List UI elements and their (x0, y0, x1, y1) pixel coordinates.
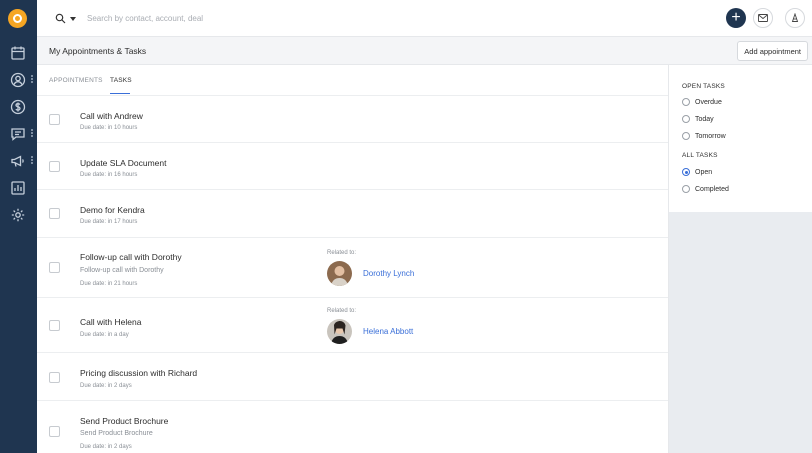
related-contact-link[interactable]: Dorothy Lynch (363, 269, 414, 278)
task-description: Follow-up call with Dorothy (80, 267, 164, 274)
app-logo-icon[interactable] (8, 9, 27, 28)
active-tab-indicator (110, 93, 130, 94)
user-icon[interactable] (785, 8, 805, 28)
all-tasks-heading: ALL TASKS (682, 152, 718, 159)
avatar[interactable] (327, 319, 352, 344)
filters-empty-area (668, 212, 812, 453)
chat-menu-icon[interactable] (31, 129, 34, 138)
filter-label[interactable]: Completed (695, 186, 729, 193)
radio-button[interactable] (682, 185, 690, 193)
task-checkbox[interactable] (49, 320, 60, 331)
table-row[interactable]: Send Product Brochure Send Product Broch… (37, 401, 668, 453)
table-row[interactable]: Update SLA Document Due date: in 16 hour… (37, 143, 668, 190)
task-description: Send Product Brochure (80, 430, 153, 437)
task-due-date: Due date: in 16 hours (80, 172, 138, 178)
contact-icon[interactable] (10, 72, 26, 88)
task-title[interactable]: Send Product Brochure (80, 416, 168, 426)
megaphone-icon[interactable] (10, 153, 26, 169)
task-checkbox[interactable] (49, 208, 60, 219)
task-due-date: Due date: in 21 hours (80, 281, 138, 287)
filter-label[interactable]: Tomorrow (695, 133, 726, 140)
task-checkbox[interactable] (49, 114, 60, 125)
page-header: My Appointments & Tasks Add appointment (37, 37, 812, 65)
plus-icon[interactable]: + (726, 8, 746, 28)
open-tasks-heading: OPEN TASKS (682, 83, 725, 90)
related-label: Related to: (327, 308, 357, 314)
calendar-icon[interactable] (10, 45, 26, 61)
radio-button[interactable] (682, 98, 690, 106)
task-list-panel: APPOINTMENTS TASKS Call with Andrew Due … (37, 65, 668, 453)
task-title[interactable]: Call with Andrew (80, 111, 143, 121)
settings-icon[interactable] (10, 207, 26, 223)
tab-appointments[interactable]: APPOINTMENTS (49, 77, 103, 84)
task-due-date: Due date: in a day (80, 332, 129, 338)
search-scope-dropdown-icon[interactable] (70, 17, 76, 21)
add-appointment-button[interactable]: Add appointment (737, 41, 808, 61)
mail-icon[interactable] (753, 8, 773, 28)
radio-button[interactable] (682, 132, 690, 140)
search-input[interactable] (87, 11, 387, 26)
task-title[interactable]: Call with Helena (80, 317, 141, 327)
related-contact-link[interactable]: Helena Abbott (363, 327, 413, 336)
megaphone-menu-icon[interactable] (31, 156, 34, 165)
page-title: My Appointments & Tasks (49, 46, 147, 56)
task-title[interactable]: Follow-up call with Dorothy (80, 252, 182, 262)
top-bar (37, 0, 812, 37)
table-row[interactable]: Demo for Kendra Due date: in 17 hours (37, 190, 668, 238)
task-due-date: Due date: in 2 days (80, 444, 132, 450)
task-checkbox[interactable] (49, 262, 60, 273)
sidebar (0, 0, 37, 453)
dollar-icon[interactable] (10, 99, 26, 115)
task-title[interactable]: Pricing discussion with Richard (80, 368, 197, 378)
search-icon[interactable] (55, 13, 66, 24)
table-row[interactable]: Call with Helena Due date: in a day Rela… (37, 298, 668, 353)
related-label: Related to: (327, 250, 357, 256)
task-due-date: Due date: in 10 hours (80, 125, 138, 131)
radio-button[interactable] (682, 115, 690, 123)
task-title[interactable]: Demo for Kendra (80, 205, 145, 215)
filter-label[interactable]: Today (695, 116, 714, 123)
table-row[interactable]: Pricing discussion with Richard Due date… (37, 353, 668, 401)
contact-menu-icon[interactable] (31, 75, 34, 84)
report-icon[interactable] (10, 180, 26, 196)
task-checkbox[interactable] (49, 426, 60, 437)
avatar[interactable] (327, 261, 352, 286)
table-row[interactable]: Follow-up call with Dorothy Follow-up ca… (37, 238, 668, 298)
filter-label[interactable]: Overdue (695, 99, 722, 106)
task-title[interactable]: Update SLA Document (80, 158, 166, 168)
task-due-date: Due date: in 2 days (80, 383, 132, 389)
table-row[interactable]: Call with Andrew Due date: in 10 hours (37, 96, 668, 143)
tab-tasks[interactable]: TASKS (110, 77, 132, 84)
chat-icon[interactable] (10, 126, 26, 142)
task-checkbox[interactable] (49, 161, 60, 172)
filter-label[interactable]: Open (695, 169, 712, 176)
task-due-date: Due date: in 17 hours (80, 219, 138, 225)
task-filters-panel: OPEN TASKS Overdue Today Tomorrow ALL TA… (668, 65, 812, 212)
radio-button-selected[interactable] (682, 168, 690, 176)
task-checkbox[interactable] (49, 372, 60, 383)
